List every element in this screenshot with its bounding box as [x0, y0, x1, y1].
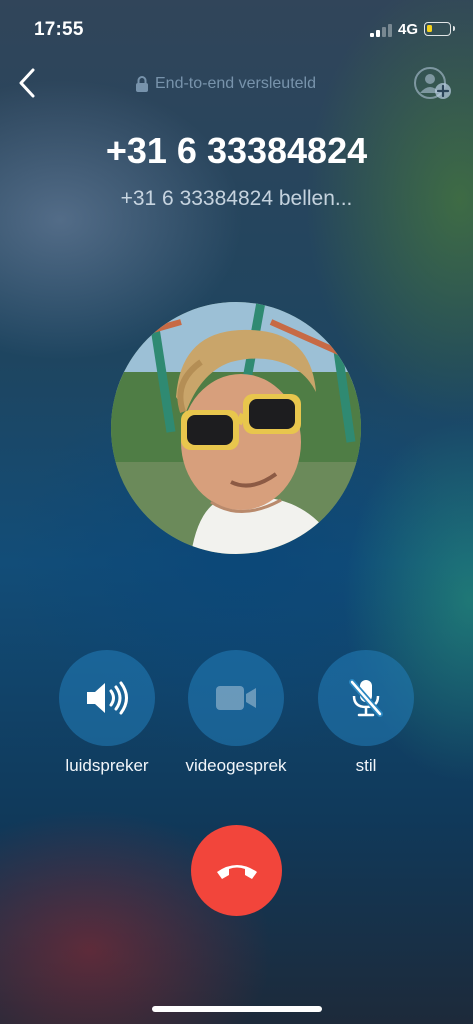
chevron-left-icon [19, 68, 35, 98]
end-call-button[interactable] [191, 825, 282, 916]
network-type: 4G [398, 21, 419, 38]
video-call-label: videogesprek [185, 756, 287, 775]
status-time: 17:55 [34, 19, 84, 40]
signal-strength-icon [370, 24, 392, 37]
speaker-label: luidspreker [65, 756, 149, 775]
encryption-notice[interactable]: End-to-end versleuteld [135, 73, 316, 95]
home-indicator[interactable] [152, 1006, 322, 1012]
call-status: +31 6 33384824 bellen... [120, 187, 353, 210]
contact-avatar [111, 302, 361, 554]
speaker-icon [87, 681, 128, 715]
caller-number: +31 6 33384824 [105, 130, 368, 171]
back-button[interactable] [14, 64, 44, 102]
battery-icon [424, 22, 455, 36]
speaker-button[interactable] [59, 650, 155, 746]
mute-label: stil [355, 756, 377, 775]
add-person-icon [414, 67, 451, 99]
encryption-text: End-to-end versleuteld [155, 75, 316, 92]
video-camera-icon [216, 686, 256, 710]
lock-icon [136, 76, 148, 92]
add-participant-button[interactable] [412, 66, 454, 100]
battery-level [427, 25, 432, 32]
phone-hangup-icon [216, 864, 257, 879]
mic-off-icon [349, 679, 383, 717]
mute-button[interactable] [318, 650, 414, 746]
video-call-button[interactable] [188, 650, 284, 746]
status-bar: 17:55 4G [0, 0, 473, 58]
